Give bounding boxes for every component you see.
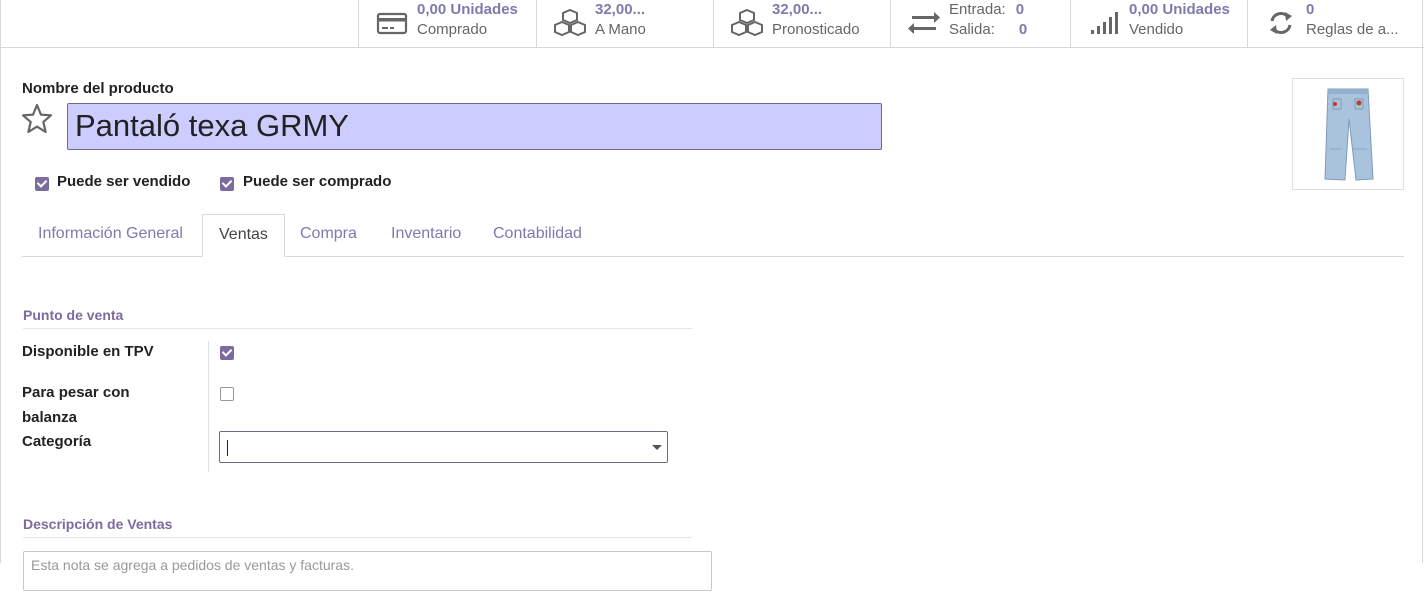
- refresh-icon: [1270, 12, 1292, 34]
- signal-icon: [1091, 12, 1118, 34]
- smart-buttons-bar: 0,00 Unidades Comprado 32,00... A Mano 3…: [1, 0, 1424, 48]
- in-out-button[interactable]: Entrada: 0 Salida: 0: [890, 0, 1070, 47]
- section-divider: [23, 537, 692, 538]
- forecasted-button[interactable]: 32,00... Pronosticado: [713, 0, 890, 47]
- can-be-purchased-label: Puede ser comprado: [243, 173, 392, 190]
- sold-label: Vendido: [1129, 21, 1184, 38]
- star-icon[interactable]: [21, 103, 53, 135]
- incoming-text: Entrada:: [949, 1, 1006, 18]
- reorder-rules-button[interactable]: 0 Reglas de a...: [1247, 0, 1423, 47]
- field-column-divider: [208, 341, 209, 472]
- tab-inventario[interactable]: Inventario: [375, 214, 477, 257]
- section-punto-de-venta: Punto de venta: [23, 307, 124, 323]
- available-in-pos-checkbox[interactable]: [220, 346, 234, 360]
- to-weigh-label-line1: Para pesar con: [22, 384, 130, 401]
- incoming-label: Entrada: 0: [949, 1, 1024, 19]
- tab-ventas[interactable]: Ventas: [202, 214, 285, 257]
- forecasted-label: Pronosticado: [772, 21, 860, 38]
- tab-contabilidad[interactable]: Contabilidad: [477, 214, 598, 257]
- outgoing-text: Salida:: [949, 21, 995, 38]
- tab-informacion-general[interactable]: Información General: [22, 214, 199, 257]
- purchased-value: 0,00 Unidades: [417, 1, 518, 18]
- to-weigh-label: Para pesar con balanza: [22, 380, 130, 430]
- can-be-purchased-checkbox[interactable]: [220, 177, 234, 191]
- purchased-label: Comprado: [417, 21, 488, 38]
- product-image[interactable]: [1292, 78, 1404, 190]
- text-cursor: [227, 440, 228, 456]
- product-form-sheet: 0,00 Unidades Comprado 32,00... A Mano 3…: [0, 0, 1424, 591]
- to-weigh-checkbox[interactable]: [220, 387, 234, 401]
- available-in-pos-label: Disponible en TPV: [22, 343, 154, 360]
- product-name-input[interactable]: Pantaló texa GRMY: [67, 103, 882, 150]
- on-hand-label: A Mano: [595, 21, 646, 38]
- category-select[interactable]: [219, 431, 668, 463]
- reorder-rules-label: Reglas de a...: [1306, 21, 1399, 38]
- sales-description-input[interactable]: Esta nota se agrega a pedidos de ventas …: [23, 551, 712, 591]
- forecasted-value: 32,00...: [772, 1, 823, 18]
- can-be-sold-checkbox[interactable]: [35, 177, 49, 191]
- outgoing-label: Salida: 0: [949, 21, 1027, 39]
- product-name-label: Nombre del producto: [22, 80, 174, 97]
- notebook-tabs: Información General Ventas Compra Invent…: [22, 214, 1404, 257]
- incoming-value: 0: [1015, 1, 1025, 18]
- purchased-button[interactable]: 0,00 Unidades Comprado: [358, 0, 536, 47]
- to-weigh-label-line2: balanza: [22, 409, 78, 426]
- jeans-image: [1324, 88, 1374, 181]
- section-divider: [23, 328, 692, 329]
- on-hand-value: 32,00...: [595, 1, 646, 18]
- tab-compra[interactable]: Compra: [284, 214, 373, 257]
- sold-button[interactable]: 0,00 Unidades Vendido: [1070, 0, 1247, 47]
- dropdown-arrow-icon[interactable]: [652, 445, 662, 450]
- on-hand-button[interactable]: 32,00... A Mano: [536, 0, 713, 47]
- cubes-icon: [731, 8, 763, 37]
- can-be-sold-label: Puede ser vendido: [57, 173, 191, 190]
- outgoing-value: 0: [1018, 21, 1028, 38]
- section-descripcion-ventas: Descripción de Ventas: [23, 516, 173, 532]
- category-label: Categoría: [22, 433, 92, 450]
- sold-value: 0,00 Unidades: [1129, 1, 1230, 18]
- cubes-icon: [554, 8, 586, 37]
- credit-card-icon: [376, 12, 408, 35]
- exchange-icon: [908, 12, 940, 34]
- reorder-rules-value: 0: [1306, 1, 1315, 18]
